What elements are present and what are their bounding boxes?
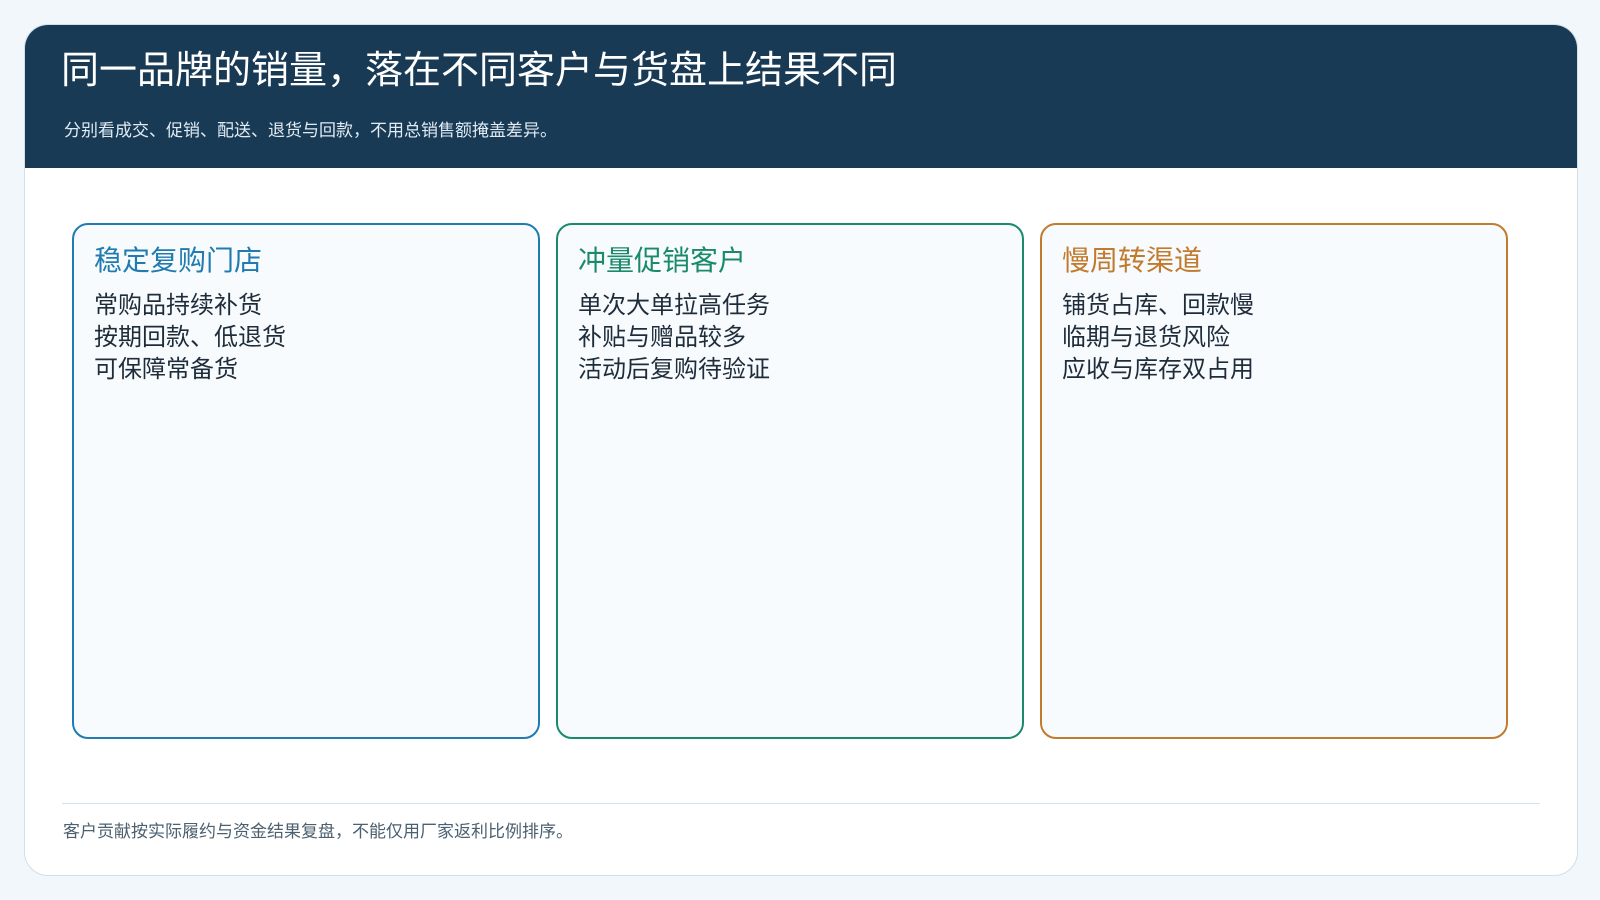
- card-line: 铺货占库、回款慢: [1062, 291, 1254, 320]
- card-line: 应收与库存双占用: [1062, 355, 1254, 384]
- footer-divider: [62, 803, 1540, 804]
- card-slow-turnover-channels: 慢周转渠道 铺货占库、回款慢 临期与退货风险 应收与库存双占用: [1040, 223, 1508, 739]
- card-stable-repurchase-stores: 稳定复购门店 常购品持续补货 按期回款、低退货 可保障常备货: [72, 223, 540, 739]
- card-line: 可保障常备货: [94, 355, 238, 384]
- slide: 同一品牌的销量，落在不同客户与货盘上结果不同 分别看成交、促销、配送、退货与回款…: [24, 24, 1578, 876]
- page-title: 同一品牌的销量，落在不同客户与货盘上结果不同: [61, 48, 898, 92]
- card-line: 补贴与赠品较多: [578, 323, 746, 352]
- page-subtitle: 分别看成交、促销、配送、退货与回款，不用总销售额掩盖差异。: [64, 121, 557, 141]
- card-title: 冲量促销客户: [578, 244, 747, 277]
- card-line: 活动后复购待验证: [578, 355, 770, 384]
- card-title: 稳定复购门店: [94, 244, 263, 277]
- footer-note: 客户贡献按实际履约与资金结果复盘，不能仅用厂家返利比例排序。: [63, 822, 573, 842]
- card-title: 慢周转渠道: [1062, 244, 1203, 277]
- card-volume-promo-customers: 冲量促销客户 单次大单拉高任务 补贴与赠品较多 活动后复购待验证: [556, 223, 1024, 739]
- card-line: 单次大单拉高任务: [578, 291, 770, 320]
- header-banner: 同一品牌的销量，落在不同客户与货盘上结果不同 分别看成交、促销、配送、退货与回款…: [25, 25, 1577, 168]
- card-line: 临期与退货风险: [1062, 323, 1230, 352]
- card-line: 按期回款、低退货: [94, 323, 286, 352]
- card-line: 常购品持续补货: [94, 291, 262, 320]
